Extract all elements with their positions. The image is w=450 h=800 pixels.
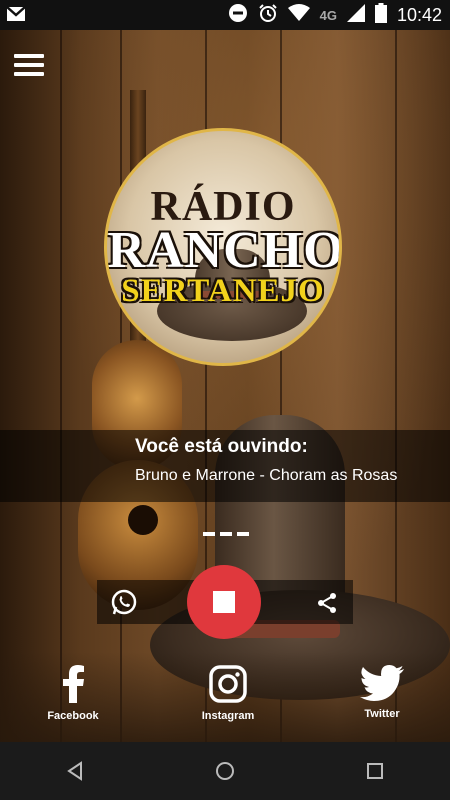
signal-icon <box>346 3 365 27</box>
now-playing-panel: Você está ouvindo: Bruno e Marrone - Cho… <box>0 430 450 502</box>
now-playing-track: Bruno e Marrone - Choram as Rosas <box>135 467 398 484</box>
gmail-icon <box>6 5 26 28</box>
twitter-label: Twitter <box>364 708 400 720</box>
status-bar: 4G 10:42 <box>0 0 450 30</box>
network-type: 4G <box>319 7 337 23</box>
wifi-icon <box>287 3 310 27</box>
station-logo: RÁDIO RANCHO SERTANEJO <box>104 128 342 366</box>
now-playing-label: Você está ouvindo: <box>135 436 308 457</box>
logo-text-rancho: RANCHO <box>107 222 342 279</box>
instagram-label: Instagram <box>201 710 255 722</box>
clock: 10:42 <box>396 4 442 25</box>
stop-button[interactable] <box>187 565 261 639</box>
share-icon[interactable] <box>315 591 339 615</box>
do-not-disturb-icon <box>228 3 248 28</box>
hamburger-menu-icon[interactable] <box>14 54 44 78</box>
home-icon[interactable] <box>205 751 245 791</box>
stop-icon <box>213 591 235 613</box>
logo-text-sertanejo: SERTANEJO <box>121 273 325 309</box>
facebook-label: Facebook <box>47 710 99 722</box>
instagram-icon <box>209 665 247 703</box>
instagram-link[interactable]: Instagram <box>196 665 260 722</box>
alarm-icon <box>258 3 278 28</box>
battery-icon <box>374 2 387 28</box>
twitter-link[interactable]: Twitter <box>352 665 412 720</box>
twitter-icon <box>360 665 404 701</box>
navigation-bar <box>0 742 450 800</box>
recents-icon[interactable] <box>355 751 395 791</box>
facebook-icon <box>63 665 84 703</box>
back-icon[interactable] <box>55 751 95 791</box>
loading-indicator <box>203 532 249 536</box>
whatsapp-icon[interactable] <box>109 587 139 617</box>
facebook-link[interactable]: Facebook <box>40 665 106 722</box>
